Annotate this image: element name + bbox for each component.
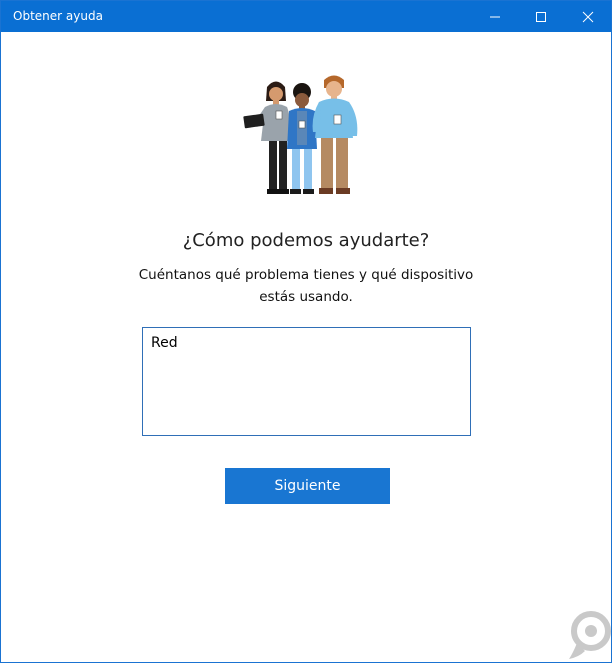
title-bar[interactable]: Obtener ayuda [1,1,611,32]
person-middle-figure [287,83,317,194]
close-button[interactable] [565,1,611,32]
person-right-figure [312,75,358,194]
page-heading: ¿Cómo podemos ayudarte? [182,230,430,251]
person-left-figure [243,81,291,194]
problem-input-box[interactable]: Red [142,327,471,436]
app-window: Obtener ayuda ¿Cómo podemos ayudarte? Cu… [0,0,612,663]
problem-textarea[interactable]: Red [143,328,470,435]
maximize-button[interactable] [518,1,564,32]
page-description: Cuéntanos qué problema tienes y qué disp… [138,267,474,305]
next-button[interactable]: Siguiente [225,468,390,504]
window-title: Obtener ayuda [13,9,103,23]
watermark-logo-icon [569,611,611,659]
support-people-illustration [243,75,358,194]
minimize-button[interactable] [472,1,518,32]
close-icon [582,11,594,22]
maximize-icon [536,11,546,22]
minimize-icon [490,16,500,17]
